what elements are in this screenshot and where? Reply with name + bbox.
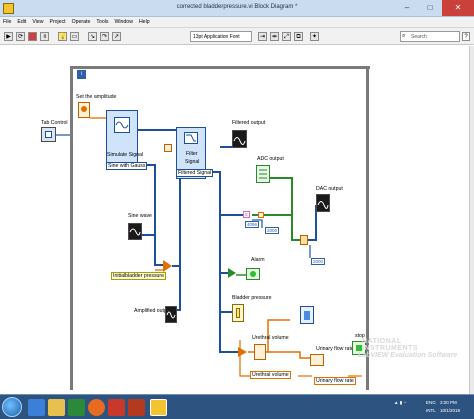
tank-icon [236,308,240,318]
urethral-volume-label: Urethral volume [252,335,289,341]
sine-with-gauss-output[interactable]: Sine with Gauss [106,162,148,170]
convert-function[interactable]: ≡ [243,211,250,218]
filtered-signal-output[interactable]: Filtered Signal [176,169,214,177]
set-amplitude-label: Set the amplitude [76,94,117,100]
filtered-output-label: Filtered output [232,120,266,126]
const-2000a[interactable]: 2000 [265,227,280,234]
alarm-label: Alarm [251,257,265,263]
wire-to-volume-indicator[interactable] [239,340,250,377]
simulate-signal-icon [114,117,130,133]
urethral-volume-control[interactable] [254,344,266,360]
tab-control-terminal[interactable] [41,127,56,142]
watermark-line1: NATIONAL [362,338,402,345]
tray-lang[interactable]: ENG [426,400,436,405]
adc-output-terminal[interactable] [256,165,270,183]
amplified-output-graph-terminal[interactable] [165,306,177,323]
urinary-flow-rate-graph-terminal[interactable] [310,354,324,366]
sine-wave-graph-terminal[interactable] [128,223,142,240]
initial-bladder-pressure-constant[interactable]: Initialbladder pressure [111,272,167,280]
excel-taskbar-icon[interactable] [68,399,85,416]
ni-watermark: NATIONAL INSTRUMENTS LabVIEW Evaluation … [358,338,474,394]
const-2000b[interactable]: 2000 [311,258,326,265]
filter-signal-input[interactable]: Signal [185,159,199,165]
bladder-pressure-tank-terminal[interactable] [232,304,244,322]
wire-to-flow-rate[interactable] [268,351,310,359]
simulate-signal-label: Simulate Signal [107,152,144,158]
const-4096[interactable]: 4096 [245,221,260,228]
labview-taskbar-icon[interactable] [150,399,167,416]
tank-fill-icon [304,311,310,320]
urinary-flow-rate-indicator[interactable]: Urinary flow rate [314,377,356,385]
tab-icon [45,131,52,138]
adc-output-label: ADC output [257,156,284,162]
ie-taskbar-icon[interactable] [28,399,45,416]
firefox-taskbar-icon[interactable] [88,399,105,416]
greater-than-compare-icon[interactable] [228,268,236,278]
wire-to-amplified[interactable] [176,266,181,311]
tray-icons[interactable]: ▲ ▮ ◔ [394,400,406,406]
filter-icon [184,132,198,144]
dac-output-graph-terminal[interactable] [316,194,330,212]
filtered-output-graph-terminal[interactable] [232,130,247,148]
windows-taskbar: ▲ ▮ ◔ ENG INTL 3:00 PM 10/1/2018 [0,394,474,419]
wire-filtered-bus[interactable] [205,171,238,353]
simulate-signal-vi[interactable] [106,110,138,170]
start-button-icon[interactable] [2,397,22,417]
powerpoint-taskbar-icon[interactable] [128,399,145,416]
urethral-volume-tank-terminal[interactable] [300,306,314,324]
tray-time[interactable]: 3:00 PM [440,400,457,405]
filter-label: Filter [186,151,198,157]
multiply-node-1[interactable] [258,212,264,218]
alarm-led-terminal[interactable] [246,268,260,280]
watermark-line3: LabVIEW Evaluation Software [358,352,458,359]
bladder-pressure-label: Bladder pressure [232,295,272,301]
knob-icon [81,106,87,112]
explorer-taskbar-icon[interactable] [48,399,65,416]
urinary-flow-rate-label: Urinary flow rate [316,346,354,352]
dac-output-label: DAC output [316,186,343,192]
multiply-triangle-icon[interactable] [163,260,172,272]
dac-convert-node[interactable] [300,235,308,245]
watermark-line2: INSTRUMENTS [362,345,419,352]
sine-wave-label: Sine wave [128,213,152,219]
filter-config-constant[interactable] [164,144,172,152]
urethral-volume-indicator[interactable]: Urethral volume [250,371,291,379]
tray-region[interactable]: INTL [426,408,436,413]
led-icon [250,271,256,277]
pdf-taskbar-icon[interactable] [108,399,125,416]
tab-control-label: Tab Control [41,120,68,126]
amplitude-knob-terminal[interactable] [78,102,90,118]
tray-date[interactable]: 10/1/2018 [440,408,460,413]
volume-triangle-icon[interactable] [238,347,247,357]
wire-adc-to-dac[interactable] [291,215,300,241]
